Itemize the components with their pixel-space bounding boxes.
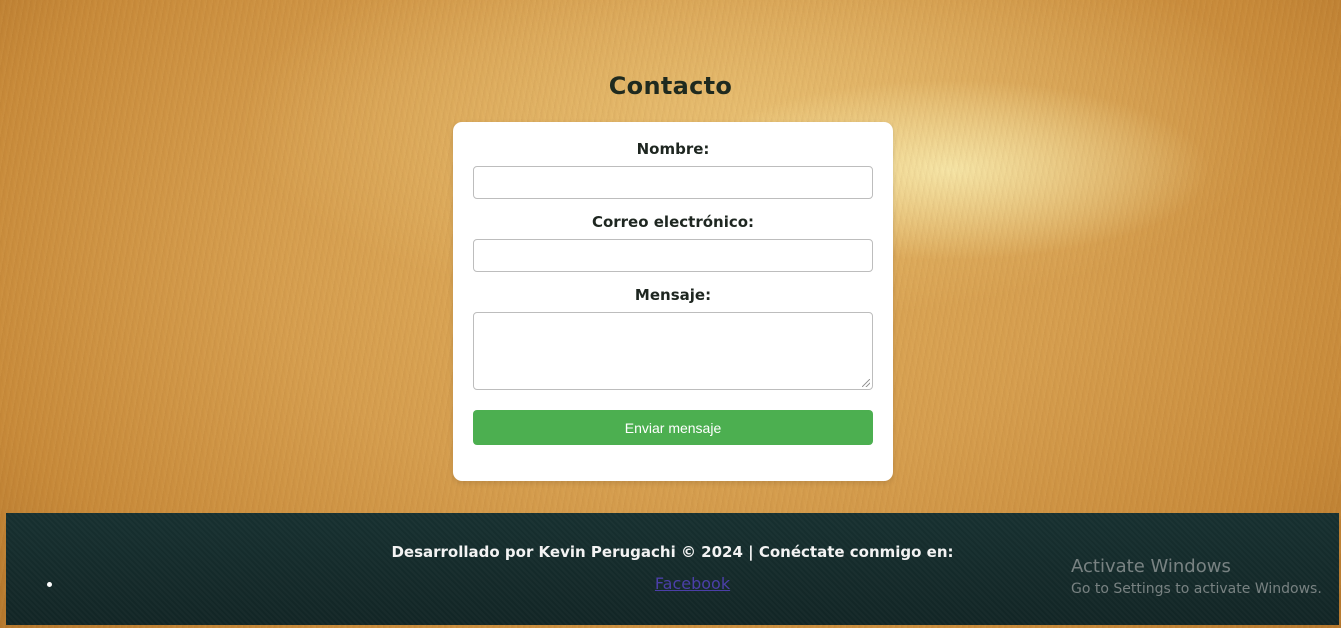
email-label: Correo electrónico: [591, 213, 755, 231]
windows-activation-title: Activate Windows [1071, 556, 1231, 577]
message-label: Mensaje: [634, 286, 712, 304]
email-input[interactable] [473, 239, 873, 272]
windows-activation-subtitle: Go to Settings to activate Windows. [1071, 581, 1322, 597]
message-textarea[interactable] [473, 312, 873, 390]
name-label: Nombre: [636, 140, 710, 158]
send-message-button[interactable]: Enviar mensaje [473, 410, 873, 445]
resize-handle-icon[interactable] [862, 379, 870, 387]
page-title: Contacto [608, 72, 733, 100]
name-input[interactable] [473, 166, 873, 199]
contact-form: Nombre: Correo electrónico: Mensaje: Env… [453, 122, 893, 481]
